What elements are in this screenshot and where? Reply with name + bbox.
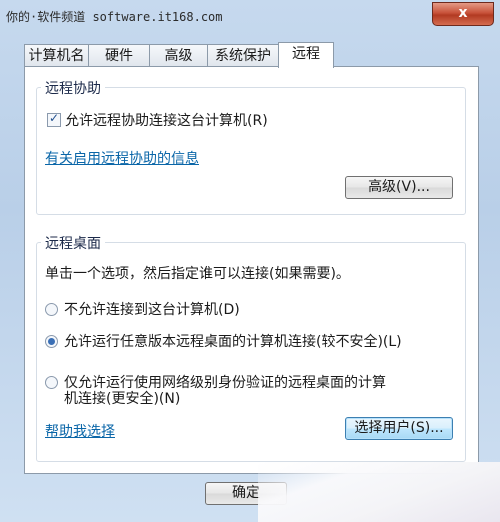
remote-assistance-info-link[interactable]: 有关启用远程协助的信息 [45,148,199,168]
tab-system-protection[interactable]: 系统保护 [207,44,279,67]
tab-label: 远程 [292,46,320,62]
close-icon: x [458,5,468,21]
tab-hardware[interactable]: 硬件 [88,44,150,67]
advanced-button[interactable]: 高级(V)... [345,176,453,199]
radio-deny-connections-label[interactable]: 不允许连接到这台计算机(D) [64,299,240,319]
remote-desktop-title: 远程桌面 [41,233,105,253]
radio-allow-nla-only-label-line2[interactable]: 机连接(更安全)(N) [64,388,180,408]
checkmark-icon: ✓ [49,111,60,125]
radio-deny-connections[interactable] [45,303,58,316]
allow-remote-assistance-checkbox[interactable]: ✓ [47,111,61,127]
help-me-choose-link[interactable]: 帮助我选择 [45,421,115,441]
radio-allow-any-version[interactable] [45,335,58,348]
tab-label: 硬件 [105,48,133,64]
radio-allow-any-version-label[interactable]: 允许运行任意版本远程桌面的计算机连接(较不安全)(L) [64,331,402,351]
tab-label: 系统保护 [215,48,271,64]
tab-label: 高级 [164,48,193,64]
tab-advanced[interactable]: 高级 [149,44,208,67]
radio-allow-nla-only[interactable] [45,376,58,389]
radio-selected-dot [48,338,55,345]
image-corner-overlay [258,462,500,522]
select-users-button[interactable]: 选择用户(S)... [345,417,453,440]
tab-panel-remote: 远程协助 ✓ 允许远程协助连接这台计算机(R) 有关启用远程协助的信息 高级(V… [24,66,479,474]
close-button[interactable]: x [432,2,494,26]
remote-desktop-instruction: 单击一个选项，然后指定谁可以连接(如果需要)。 [45,266,350,282]
remote-assistance-title: 远程协助 [41,78,105,98]
watermark-text: 你的·软件频道 software.it168.com [6,10,223,24]
tab-computer-name[interactable]: 计算机名 [24,44,89,67]
dialog-window: 你的·软件频道 software.it168.com x 计算机名 硬件 高级 … [0,0,500,522]
title-bar: 你的·软件频道 software.it168.com x [0,0,500,34]
tab-label: 计算机名 [28,48,85,64]
allow-remote-assistance-label[interactable]: 允许远程协助连接这台计算机(R) [65,110,268,130]
tab-remote[interactable]: 远程 [278,42,334,68]
